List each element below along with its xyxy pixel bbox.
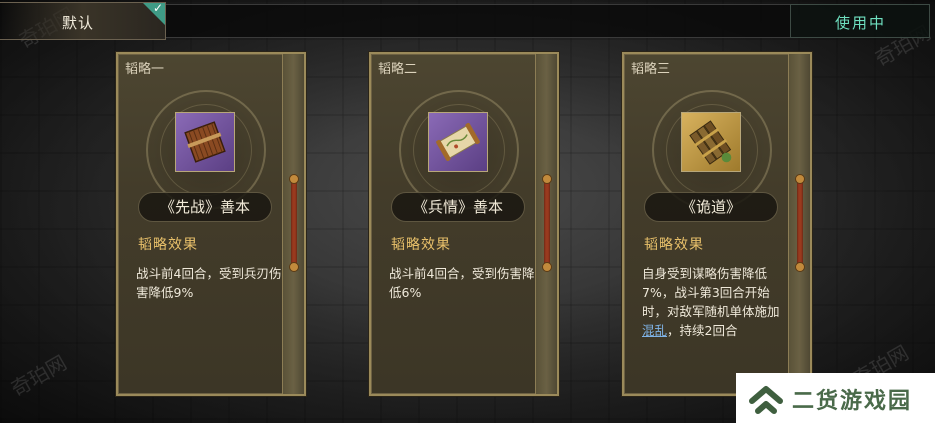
top-bar: 默认 ✓ 使用中 (0, 0, 935, 42)
tab-default-label: 默认 (62, 14, 95, 32)
bamboo-scroll-gold-icon[interactable] (681, 112, 741, 172)
strategy-card-3[interactable]: 韬略三 《诡道》 韬略效果 自身受到谋略伤害降低7%，战斗第3回合开始时，对敌军… (622, 52, 812, 396)
status-badge: 使用中 (790, 4, 930, 38)
item-name: 《诡道》 (644, 192, 778, 222)
item-name: 《先战》善本 (138, 192, 272, 222)
effect-text-pre: 自身受到谋略伤害降低7%，战斗第3回合开始时，对敌军随机单体施加 (642, 266, 780, 319)
strategy-card-1[interactable]: 韬略一 《先战》善本 韬略效果 战斗前4回合，受到兵刃伤害降低9% (116, 52, 306, 396)
rail-knob (795, 174, 805, 184)
rail-knob (795, 262, 805, 272)
effect-heading: 韬略效果 (644, 237, 704, 253)
tab-default[interactable]: 默认 ✓ (0, 1, 166, 40)
rail-bar (291, 178, 297, 270)
rail-bar (544, 178, 550, 270)
effect-heading: 韬略效果 (391, 237, 451, 253)
card-title: 韬略二 (378, 62, 418, 77)
bamboo-scroll-icon[interactable] (175, 112, 235, 172)
rail-knob (289, 174, 299, 184)
card-rail (535, 54, 557, 394)
effect-text: 自身受到谋略伤害降低7%，战斗第3回合开始时，对敌军随机单体施加混乱，持续2回合 (642, 264, 788, 340)
site-logo-text: 二货游戏园 (792, 389, 913, 414)
item-name: 《兵情》善本 (391, 192, 525, 222)
effect-text-post: ，持续2回合 (667, 323, 738, 338)
tab-strip (166, 4, 790, 38)
card-rail (282, 54, 304, 394)
site-logo: 二货游戏园 (736, 373, 935, 423)
effect-text: 战斗前4回合，受到伤害降低6% (389, 266, 535, 300)
card-title: 韬略三 (631, 62, 671, 77)
rail-bar (797, 178, 803, 270)
card-title: 韬略一 (125, 62, 165, 77)
rail-knob (542, 262, 552, 272)
rail-knob (542, 174, 552, 184)
status-badge-label: 使用中 (835, 14, 887, 32)
chevron-up-icon (749, 386, 783, 414)
strategy-card-2[interactable]: 韬略二 《兵情》善本 韬略效果 战斗前4回合，受到伤害降低6% (369, 52, 559, 396)
paper-scroll-icon[interactable] (428, 112, 488, 172)
check-icon: ✓ (152, 1, 163, 15)
status-effect-link[interactable]: 混乱 (642, 323, 667, 338)
effect-heading: 韬略效果 (138, 237, 198, 253)
rail-knob (289, 262, 299, 272)
card-rail (788, 54, 810, 394)
effect-text: 战斗前4回合，受到兵刃伤害降低9% (136, 266, 282, 300)
